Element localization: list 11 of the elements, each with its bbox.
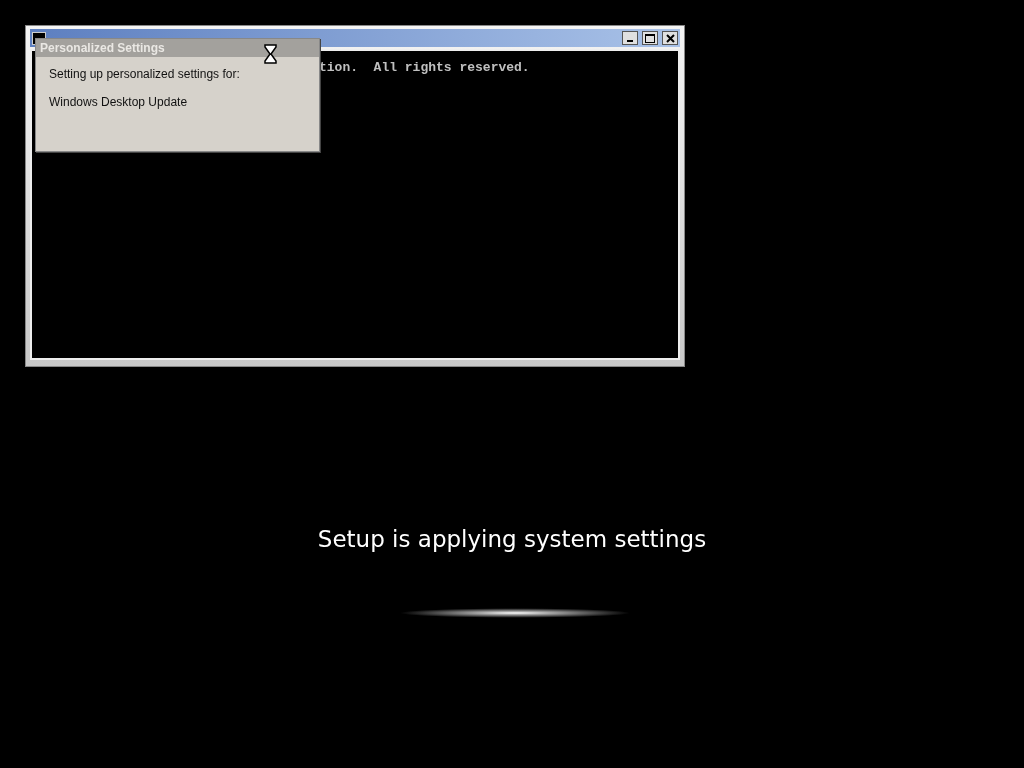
dialog-title: Personalized Settings <box>36 39 319 57</box>
close-icon <box>665 33 675 43</box>
hourglass-icon <box>264 44 277 64</box>
maximize-icon <box>645 33 655 43</box>
setup-message: Setup is applying system settings <box>317 526 707 552</box>
dialog-text: Setting up personalized settings for: <box>49 67 241 81</box>
maximize-button[interactable] <box>642 31 658 45</box>
minimize-button[interactable] <box>622 31 638 45</box>
console-text: tion. All rights reserved. <box>319 60 530 75</box>
dialog-text: Windows Desktop Update <box>49 95 189 109</box>
close-button[interactable] <box>662 31 678 45</box>
